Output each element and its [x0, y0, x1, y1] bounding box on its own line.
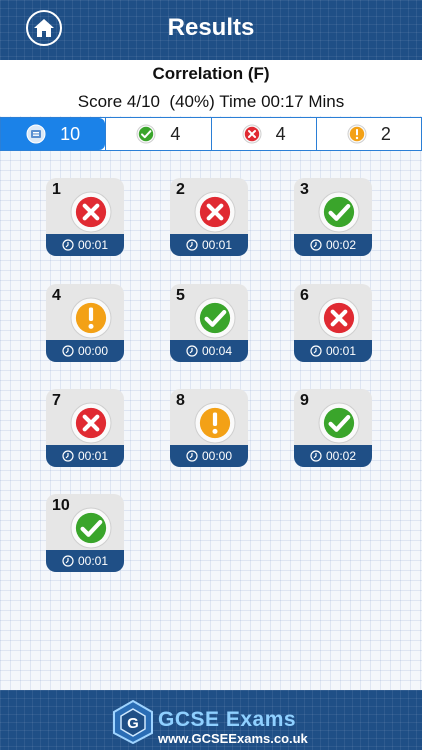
footer-url[interactable]: www.GCSEExams.co.uk [158, 731, 308, 746]
top-bar: Results [0, 0, 422, 60]
page-title: Results [167, 14, 255, 41]
footer-brand: GCSE Exams [158, 708, 297, 731]
check-icon [194, 297, 236, 339]
check-icon [136, 124, 156, 144]
cross-icon [70, 402, 112, 444]
exclamation-icon [347, 124, 367, 144]
filter-count: 10 [60, 123, 81, 144]
clock-icon [62, 239, 74, 251]
clock-icon [62, 555, 74, 567]
question-card[interactable]: 5 00:04 [170, 284, 248, 362]
clock-icon [186, 345, 198, 357]
list-icon [26, 124, 46, 144]
filter-tab-all[interactable]: 10 [1, 118, 106, 150]
question-card[interactable]: 9 00:02 [294, 389, 372, 467]
time-bar: 00:04 [170, 340, 248, 362]
clock-icon [186, 450, 198, 462]
question-number: 5 [176, 287, 185, 304]
gcse-logo-icon: G [113, 700, 153, 744]
clock-icon [186, 239, 198, 251]
filter-tab-wrong[interactable]: 4 [210, 118, 316, 150]
quiz-info: Correlation (F) Score 4/10 (40%) Time 00… [0, 60, 422, 116]
question-card[interactable]: 8 00:00 [170, 389, 248, 467]
time-bar: 00:02 [294, 234, 372, 256]
time-bar: 00:01 [46, 550, 124, 572]
question-card[interactable]: 6 00:01 [294, 284, 372, 362]
question-number: 6 [300, 287, 309, 304]
question-time: 00:00 [77, 344, 109, 358]
question-time: 00:01 [77, 238, 109, 252]
time-bar: 00:02 [294, 445, 372, 467]
question-number: 10 [52, 497, 70, 514]
question-time: 00:02 [325, 238, 357, 252]
filter-count: 4 [275, 123, 286, 144]
svg-text:G: G [127, 715, 139, 732]
question-card[interactable]: 3 00:02 [294, 178, 372, 256]
question-number: 7 [52, 392, 61, 409]
cross-icon [194, 191, 236, 233]
filter-tab-skipped[interactable]: 2 [315, 118, 421, 150]
clock-icon [62, 450, 74, 462]
time-bar: 00:01 [294, 340, 372, 362]
question-time: 00:02 [325, 449, 357, 463]
check-icon [70, 507, 112, 549]
question-number: 8 [176, 392, 185, 409]
cross-icon [318, 297, 360, 339]
exclamation-icon [70, 297, 112, 339]
clock-icon [310, 345, 322, 357]
filter-count: 4 [170, 123, 181, 144]
filter-count: 2 [380, 123, 391, 144]
clock-icon [310, 239, 322, 251]
time-bar: 00:01 [46, 445, 124, 467]
filter-bar: 10 4 4 2 [0, 117, 422, 151]
question-time: 00:01 [325, 344, 357, 358]
clock-icon [62, 345, 74, 357]
time-bar: 00:00 [170, 445, 248, 467]
quiz-topic: Correlation (F) [152, 64, 270, 83]
time-bar: 00:01 [170, 234, 248, 256]
question-card[interactable]: 10 00:01 [46, 494, 124, 572]
question-card[interactable]: 1 00:01 [46, 178, 124, 256]
cross-icon [242, 124, 262, 144]
time-bar: 00:01 [46, 234, 124, 256]
score-summary: Score 4/10 (40%) Time 00:17 Mins [77, 92, 345, 111]
question-time: 00:01 [77, 554, 109, 568]
question-number: 9 [300, 392, 309, 409]
question-number: 4 [52, 287, 61, 304]
question-time: 00:01 [77, 449, 109, 463]
question-card[interactable]: 2 00:01 [170, 178, 248, 256]
question-number: 1 [52, 181, 61, 198]
question-number: 3 [300, 181, 309, 198]
time-bar: 00:00 [46, 340, 124, 362]
question-card[interactable]: 4 00:00 [46, 284, 124, 362]
cross-icon [70, 191, 112, 233]
clock-icon [310, 450, 322, 462]
question-number: 2 [176, 181, 185, 198]
question-time: 00:04 [201, 344, 233, 358]
exclamation-icon [194, 402, 236, 444]
question-card[interactable]: 7 00:01 [46, 389, 124, 467]
check-icon [318, 191, 360, 233]
question-time: 00:00 [201, 449, 233, 463]
check-icon [318, 402, 360, 444]
filter-tab-correct[interactable]: 4 [105, 118, 210, 150]
question-time: 00:01 [201, 238, 233, 252]
